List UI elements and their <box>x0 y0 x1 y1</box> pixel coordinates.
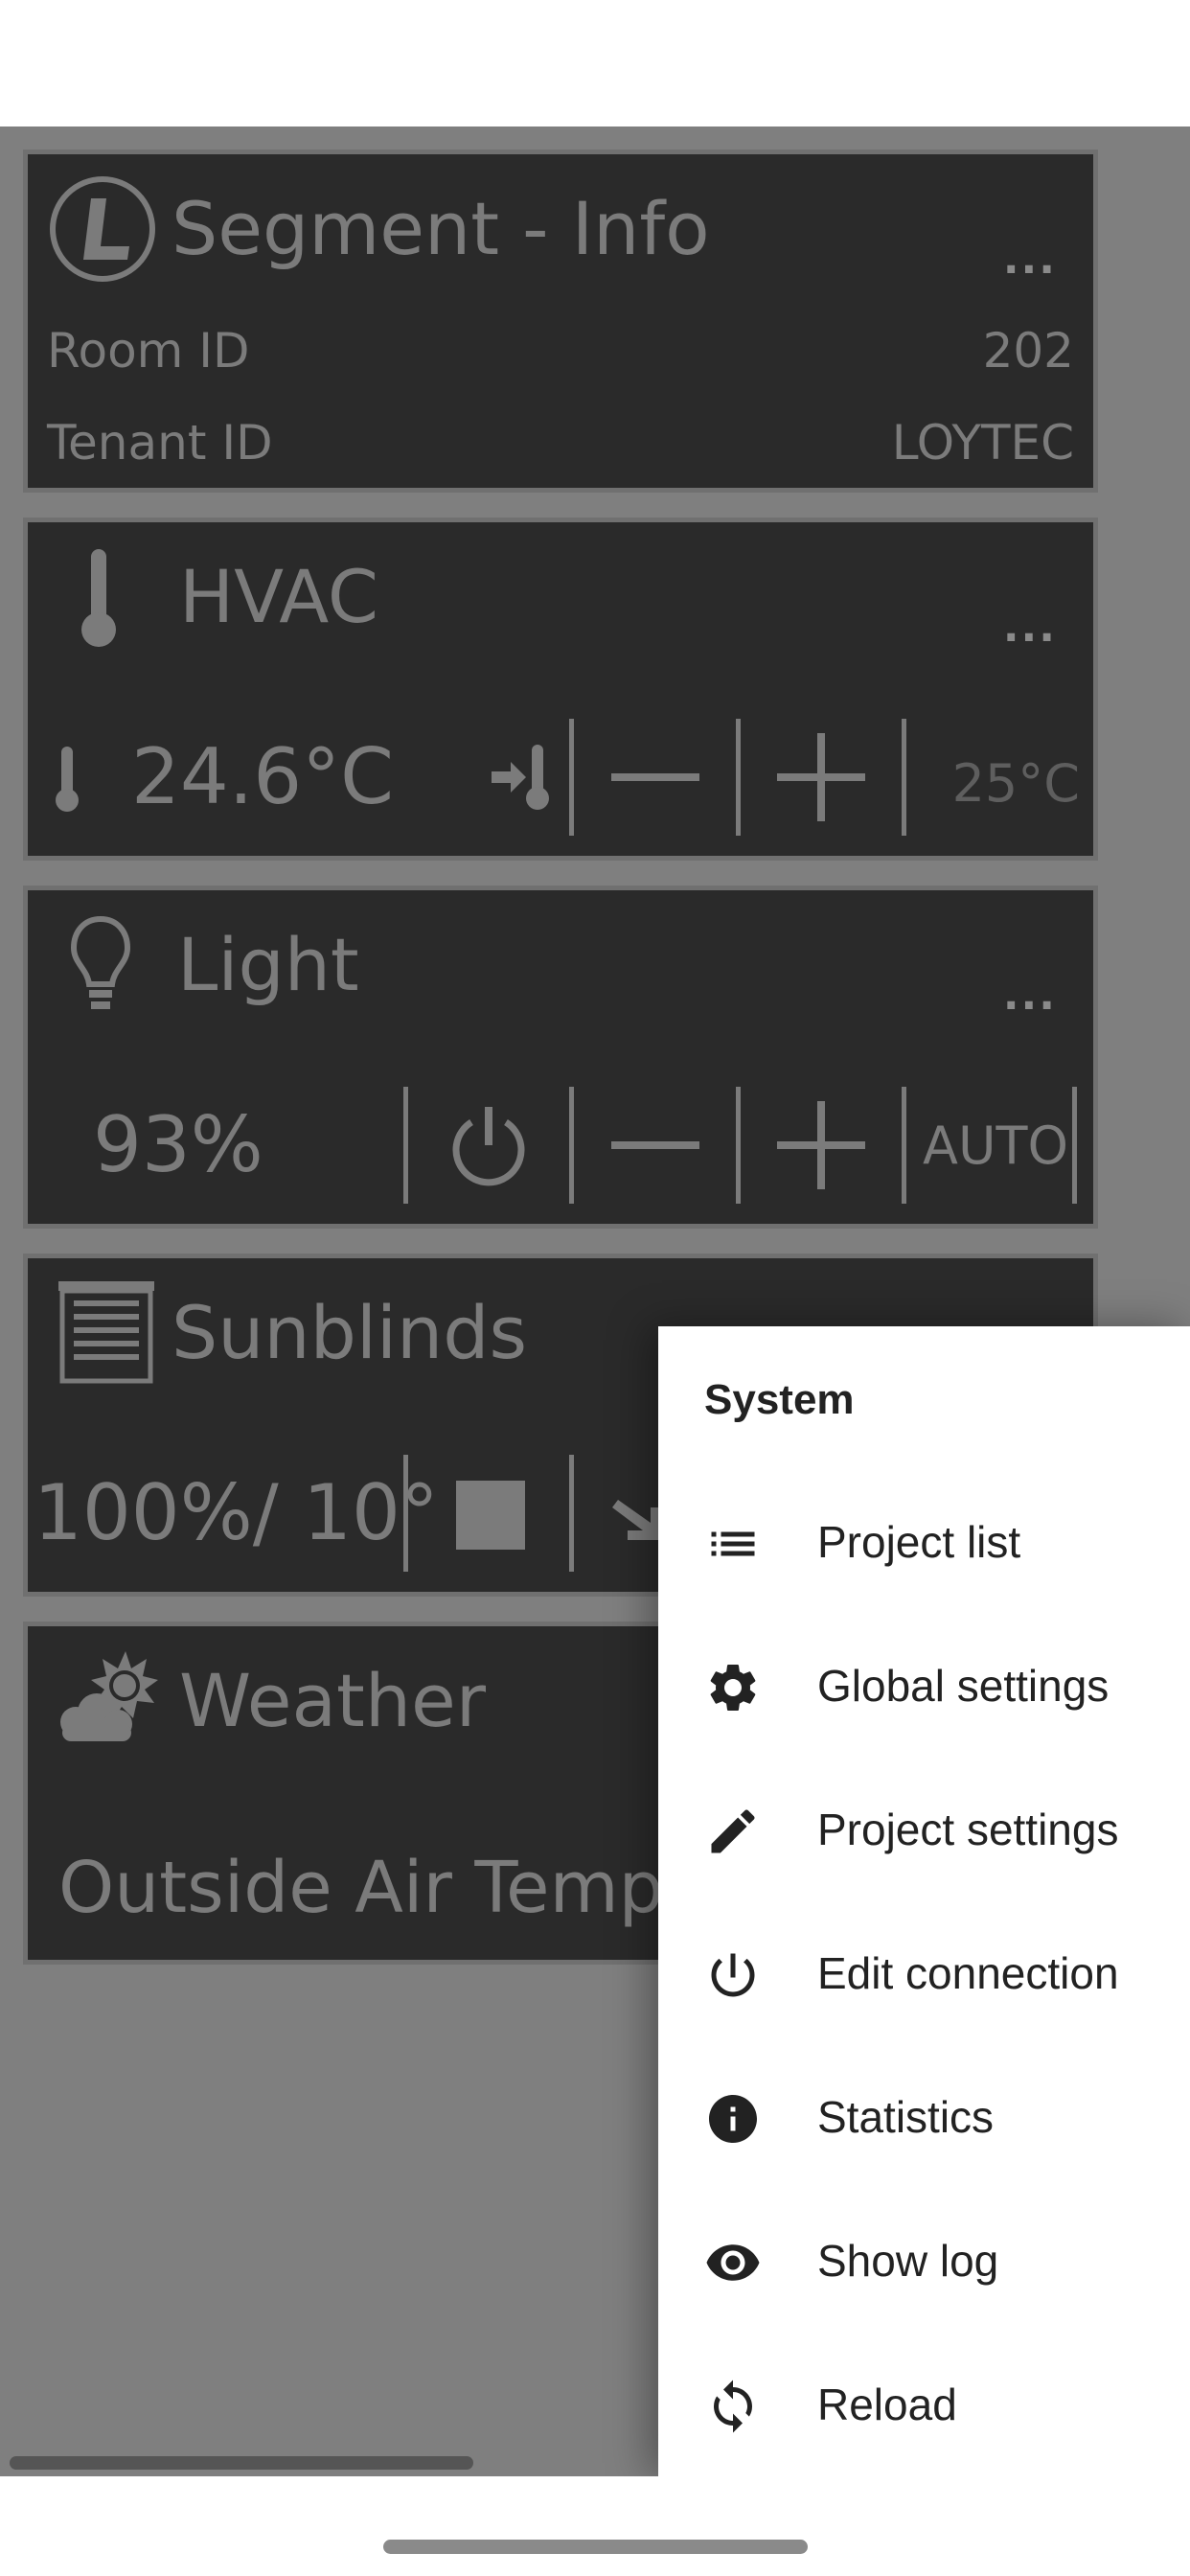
card-title: HVAC <box>179 554 378 639</box>
divider <box>1072 1087 1077 1204</box>
weather-sun-cloud-icon <box>51 1647 158 1751</box>
menu-item-global-settings[interactable]: Global settings <box>658 1616 1190 1760</box>
card-title: Light <box>177 922 359 1007</box>
menu-title: System <box>704 1376 855 1423</box>
room-id-label: Room ID <box>47 323 250 379</box>
power-toggle-icon[interactable] <box>445 1101 533 1189</box>
stop-button[interactable] <box>456 1481 525 1550</box>
room-id-value: 202 <box>982 323 1074 379</box>
auto-mode-button[interactable]: AUTO <box>923 1120 1068 1172</box>
outside-air-temp-label: Outside Air Temp. <box>58 1847 687 1929</box>
reload-icon <box>704 2378 762 2435</box>
more-menu-button[interactable]: ... <box>1003 607 1057 649</box>
menu-item-label: Project settings <box>817 1805 1119 1854</box>
light-level: 93% <box>93 1100 263 1189</box>
pencil-icon <box>704 1803 762 1860</box>
menu-item-project-list[interactable]: Project list <box>658 1472 1190 1616</box>
menu-item-label: Project list <box>817 1517 1021 1567</box>
menu-item-label: Edit connection <box>817 1948 1119 1998</box>
current-temperature: 24.6°C <box>131 732 394 821</box>
setpoint-value: 25°C <box>951 753 1080 814</box>
horizontal-scrollbar[interactable] <box>10 2456 473 2470</box>
gear-icon <box>704 1659 762 1716</box>
divider <box>902 719 906 836</box>
menu-item-project-settings[interactable]: Project settings <box>658 1760 1190 1903</box>
divider <box>569 1087 574 1204</box>
menu-item-label: Global settings <box>817 1661 1110 1711</box>
eye-icon <box>704 2234 762 2291</box>
card-title: Segment - Info <box>172 186 710 271</box>
divider <box>403 1455 408 1572</box>
loytec-logo-icon <box>49 175 156 283</box>
menu-item-edit-connection[interactable]: Edit connection <box>658 1903 1190 2047</box>
menu-item-label: Show log <box>817 2236 999 2286</box>
divider <box>902 1087 906 1204</box>
divider <box>736 1087 741 1204</box>
lightbulb-icon <box>70 913 131 1017</box>
thermometer-icon <box>78 545 120 651</box>
status-bar <box>0 0 1190 126</box>
home-bar-area <box>0 2476 1190 2576</box>
more-menu-button[interactable]: ... <box>1003 239 1057 281</box>
thermometer-small-icon <box>53 745 81 814</box>
divider <box>569 719 574 836</box>
power-icon <box>704 1946 762 2004</box>
tenant-id-label: Tenant ID <box>47 415 273 471</box>
increase-setpoint-button[interactable] <box>777 733 865 821</box>
divider <box>736 719 741 836</box>
list-icon <box>704 1515 762 1573</box>
menu-item-statistics[interactable]: Statistics <box>658 2047 1190 2191</box>
light-card[interactable]: Light ... 93% AUTO <box>23 886 1098 1229</box>
setpoint-thermometer-icon <box>490 743 553 812</box>
decrease-setpoint-button[interactable] <box>611 773 699 781</box>
menu-item-show-log[interactable]: Show log <box>658 2191 1190 2334</box>
home-indicator[interactable] <box>383 2540 808 2554</box>
card-title: Weather <box>179 1658 486 1743</box>
hvac-card[interactable]: HVAC ... 24.6°C 25°C <box>23 518 1098 861</box>
divider <box>569 1455 574 1572</box>
divider <box>403 1087 408 1204</box>
more-menu-button[interactable]: ... <box>1003 975 1057 1017</box>
segment-info-card[interactable]: Segment - Info ... Room ID 202 Tenant ID… <box>23 150 1098 493</box>
tenant-id-value: LOYTEC <box>891 415 1074 471</box>
menu-item-label: Statistics <box>817 2092 995 2142</box>
blinds-position: 100%/ 10° <box>34 1468 439 1557</box>
menu-item-label: Reload <box>817 2380 957 2429</box>
dim-up-button[interactable] <box>777 1101 865 1189</box>
blinds-icon <box>57 1279 156 1385</box>
info-icon <box>704 2090 762 2148</box>
card-title: Sunblinds <box>172 1290 528 1375</box>
dim-down-button[interactable] <box>611 1141 699 1149</box>
system-menu: System Project list Global settings Proj… <box>658 1326 1190 2476</box>
menu-item-reload[interactable]: Reload <box>658 2334 1190 2478</box>
